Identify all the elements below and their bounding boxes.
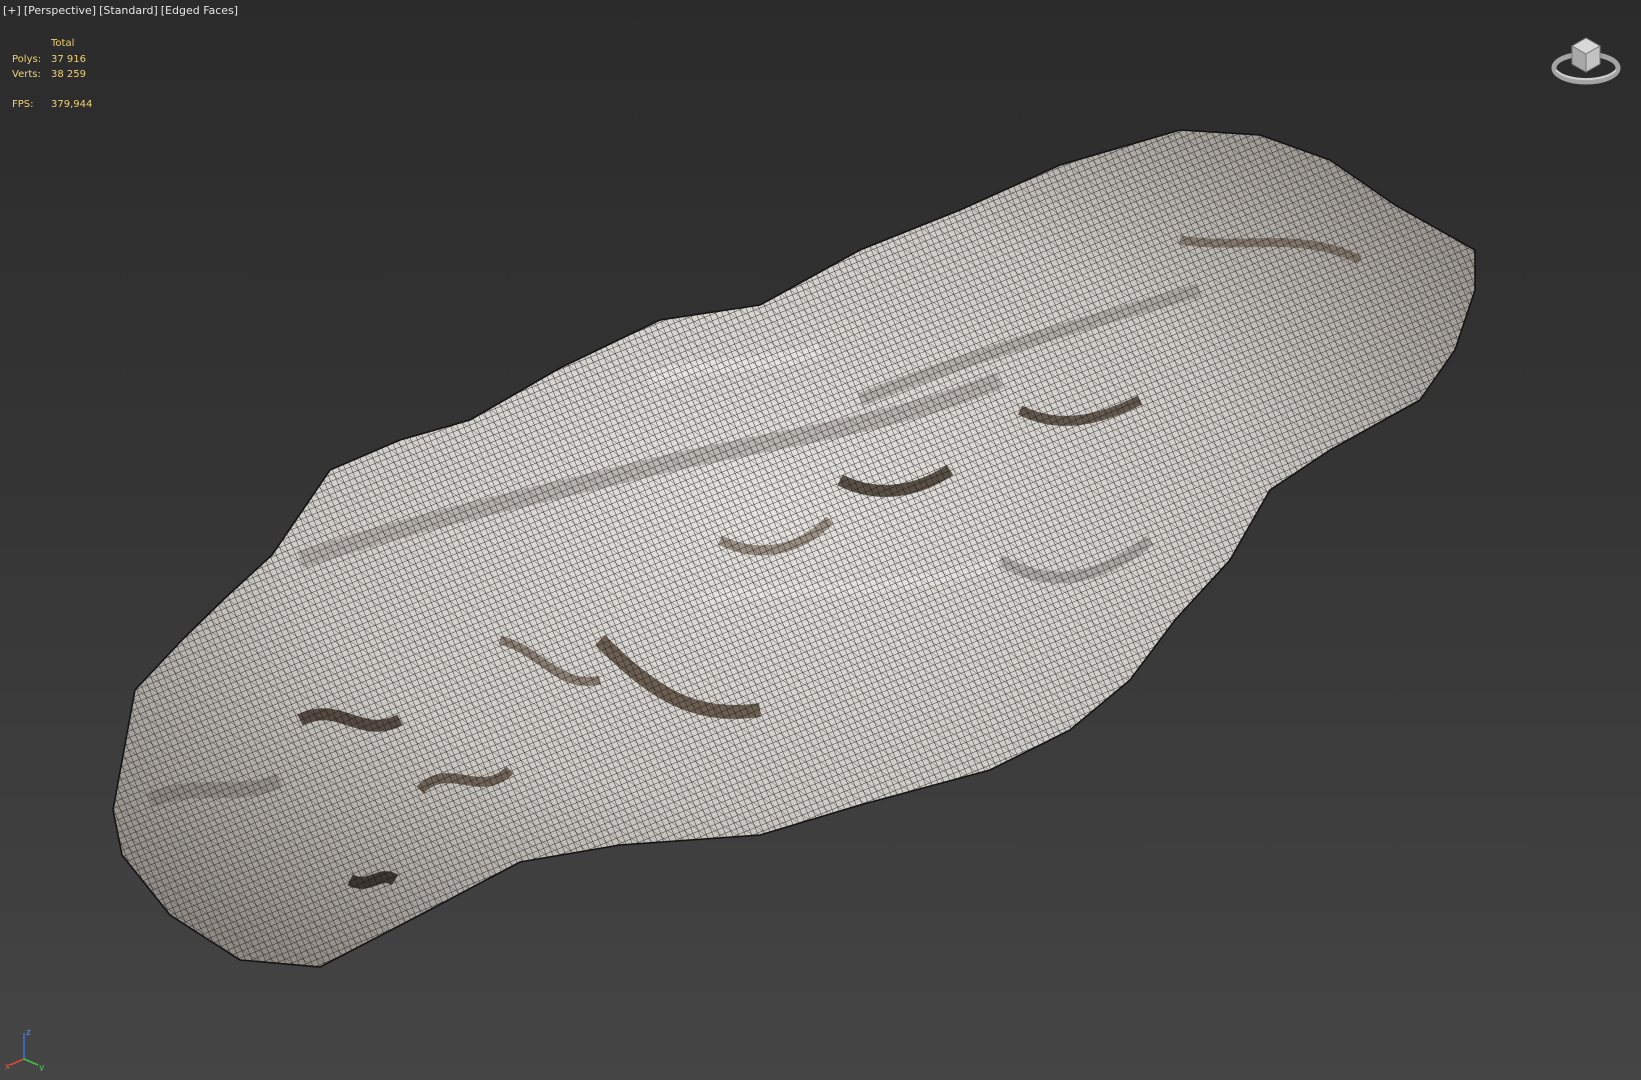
axis-x-label: x bbox=[5, 1062, 11, 1071]
axis-y-label: y bbox=[39, 1063, 45, 1071]
rock-mesh[interactable] bbox=[0, 0, 1641, 1080]
axis-tripod-icon: z x y bbox=[5, 1028, 45, 1071]
rock-surface bbox=[112, 129, 1476, 968]
viewport[interactable]: [+] [Perspective] [Standard] [Edged Face… bbox=[0, 0, 1641, 1080]
viewcube-icon[interactable] bbox=[1548, 28, 1628, 94]
axis-z-label: z bbox=[26, 1028, 31, 1038]
